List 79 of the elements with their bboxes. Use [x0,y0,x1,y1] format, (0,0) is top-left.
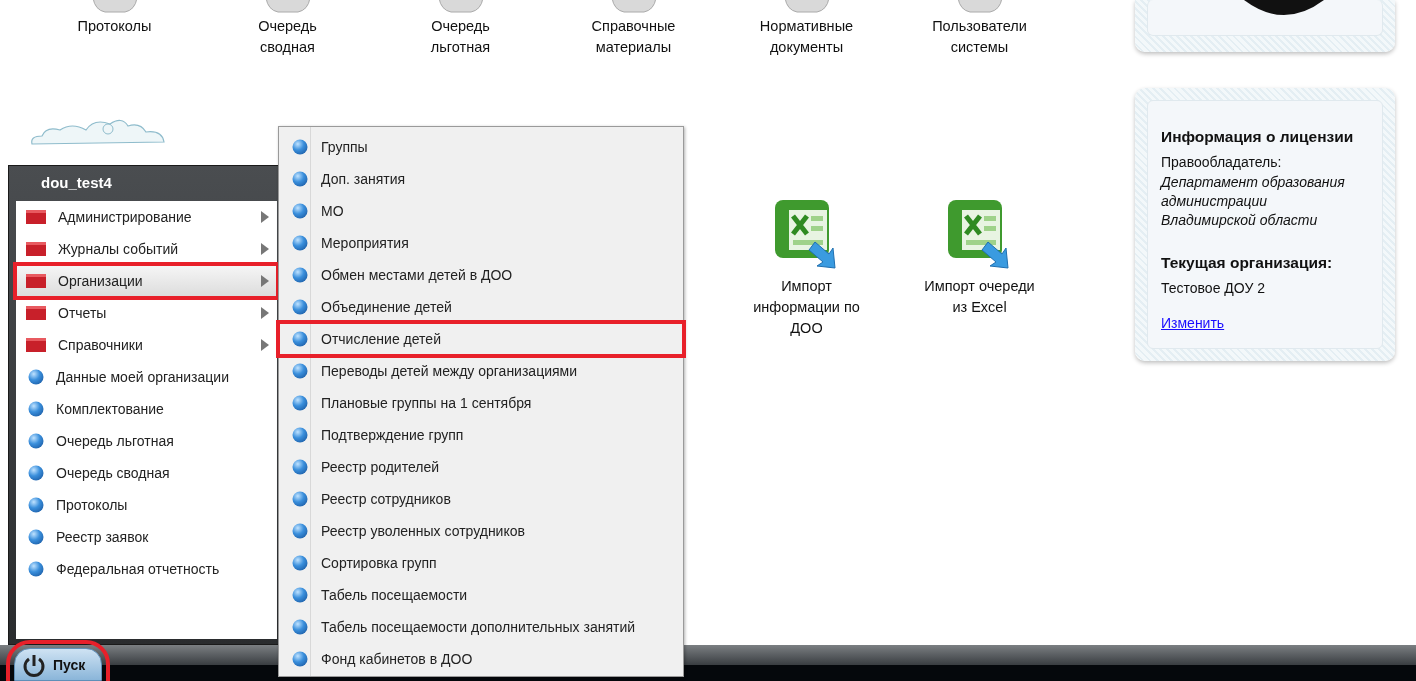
owner-name: Департамент образования администрации Владимирской области [1161,172,1346,230]
user-name: dou_test4 [40,173,113,193]
menu-item[interactable]: МО [279,195,683,227]
dot-icon [292,555,308,571]
icon-label[interactable]: Нормативные документы [759,16,854,58]
caret-icon [261,339,269,351]
dot-icon [292,139,308,155]
icon-label[interactable]: Пользователи системы [932,16,1027,58]
icon-label[interactable]: Справочные материалы [591,16,676,58]
menu-item[interactable]: Отчисление детей [279,323,683,355]
menu-item[interactable]: Обмен местами детей в ДОО [279,259,683,291]
menu-item[interactable]: Табель посещаемости [279,579,683,611]
section-title: Информация о лицензии [1161,127,1355,147]
menu-item[interactable]: Администрирование [16,201,277,233]
menu-item[interactable]: Реестр родителей [279,451,683,483]
menu-item[interactable]: Переводы детей между организациями [279,355,683,387]
menu-item[interactable]: Комплектование [16,393,277,425]
menu-item[interactable]: Журналы событий [16,233,277,265]
menu-item[interactable]: Отчеты [16,297,277,329]
caret-icon [261,243,269,255]
dot-icon [292,427,308,443]
dot-icon [292,587,308,603]
owner-label: Правообладатель: [1161,152,1283,172]
menu-item[interactable]: Федеральная отчетность [16,553,277,585]
menu-item[interactable]: Реестр уволенных сотрудников [279,515,683,547]
menu-item[interactable]: Реестр сотрудников [279,483,683,515]
dot-icon [292,203,308,219]
caret-icon [261,211,269,223]
dot-icon [292,651,308,667]
menu-item[interactable]: Доп. занятия [279,163,683,195]
dot-icon [28,529,44,545]
dot-icon [28,465,44,481]
folder-icon [26,338,46,352]
dot-icon [292,491,308,507]
dot-icon [292,395,308,411]
dot-icon [28,561,44,577]
icon-label[interactable]: Импорт информации по ДОО [753,276,860,339]
dot-icon [292,235,308,251]
caret-icon [261,275,269,287]
folder-icon [26,306,46,320]
menu-item[interactable]: Данные моей организации [16,361,277,393]
menu-item[interactable]: Объединение детей [279,291,683,323]
menu-item[interactable]: Протоколы [16,489,277,521]
icon-label[interactable]: Импорт очереди из Excel [924,276,1035,318]
dot-icon [28,497,44,513]
change-link[interactable]: Изменить [1161,314,1225,331]
menu-item[interactable]: Подтверждение групп [279,419,683,451]
section-title: Текущая организация: [1161,252,1334,273]
caret-icon [261,307,269,319]
dot-icon [28,401,44,417]
dot-icon [292,523,308,539]
menu-item[interactable]: Сортировка групп [279,547,683,579]
dot-icon [28,433,44,449]
dot-icon [292,171,308,187]
menu-item[interactable]: Организации [16,265,277,297]
icon-label[interactable]: Очередь сводная [258,16,317,58]
menu-item[interactable]: Табель посещаемости дополнительных занятий [279,611,683,643]
icon-label[interactable]: Протоколы [77,16,152,37]
menu-item[interactable]: Фонд кабинетов в ДОО [279,643,683,675]
menu-item[interactable]: Очередь льготная [16,425,277,457]
menu-item[interactable]: Реестр заявок [16,521,277,553]
folder-icon [26,210,46,224]
dot-icon [292,299,308,315]
menu-item[interactable]: Справочники [16,329,277,361]
icon-label[interactable]: Очередь льготная [430,16,491,58]
folder-icon [26,274,46,288]
power-icon [21,652,47,679]
dot-icon [292,459,308,475]
dot-icon [292,267,308,283]
menu-item[interactable]: Группы [279,131,683,163]
menu-item[interactable]: Очередь сводная [16,457,277,489]
dot-icon [28,369,44,385]
organization-name: Тестовое ДОУ 2 [1161,278,1266,298]
dot-icon [292,363,308,379]
dot-icon [292,331,308,347]
menu-item[interactable]: Мероприятия [279,227,683,259]
dot-icon [292,619,308,635]
menu-item[interactable]: Плановые группы на 1 сентября [279,387,683,419]
folder-icon [26,242,46,256]
